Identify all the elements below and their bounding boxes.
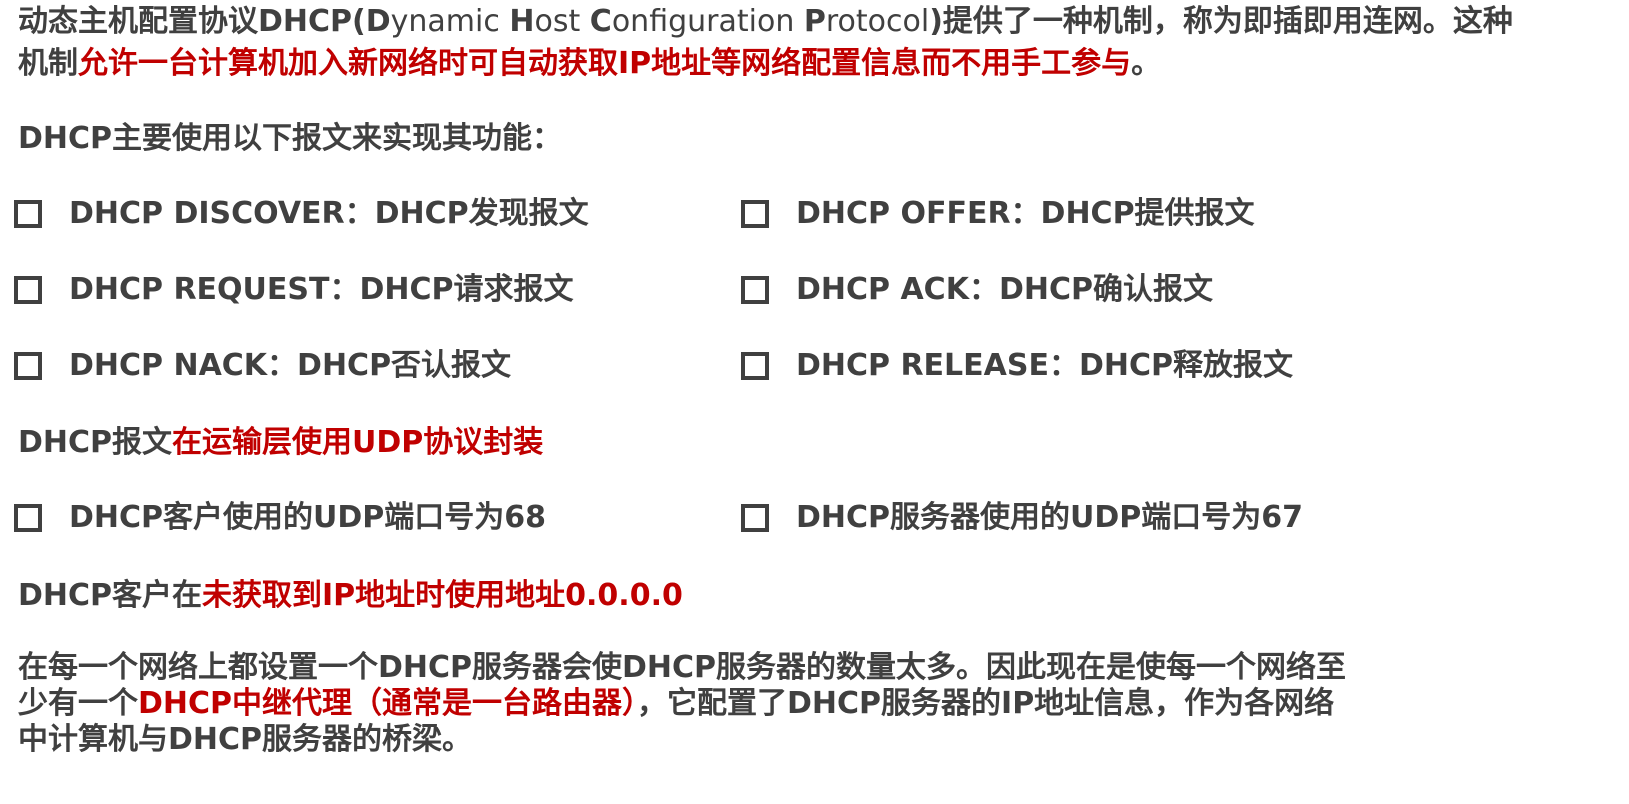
intro-line2-end: 。: [1131, 46, 1162, 81]
checkbox-icon: [741, 200, 769, 228]
intro-word-onfiguration: onfiguration: [611, 4, 804, 39]
message-row-2: DHCP REQUEST：DHCP请求报文 DHCP ACK：DHCP确认报文: [14, 270, 1514, 310]
checkbox-icon: [14, 276, 42, 304]
checkbox-icon: [741, 504, 769, 532]
address-statement-prefix: DHCP客户在: [18, 578, 203, 613]
relay-highlight: DHCP中继代理（通常是一台路由器）: [138, 686, 638, 721]
message-label: DHCP RELEASE：DHCP释放报文: [796, 348, 1293, 383]
checkbox-icon: [14, 504, 42, 532]
message-label: DHCP REQUEST：DHCP请求报文: [69, 272, 574, 307]
intro-line1-suffix: )提供了一种机制，称为即插即用连网。这种: [929, 4, 1513, 39]
ports-row: DHCP客户使用的UDP端口号为68 DHCP服务器使用的UDP端口号为67: [14, 498, 1514, 538]
intro-letter-p: P: [803, 4, 826, 39]
intro-word-rotocol: rotocol: [825, 4, 930, 39]
message-row-1: DHCP DISCOVER：DHCP发现报文 DHCP OFFER：DHCP提供…: [14, 194, 1514, 234]
message-item-request: DHCP REQUEST：DHCP请求报文: [14, 270, 574, 310]
checkbox-icon: [14, 200, 42, 228]
message-label: DHCP OFFER：DHCP提供报文: [796, 196, 1255, 231]
relay-line2-prefix: 少有一个: [18, 686, 138, 721]
message-label: DHCP ACK：DHCP确认报文: [796, 272, 1213, 307]
udp-statement-highlight: 在运输层使用UDP协议封装: [172, 425, 544, 460]
message-label: DHCP DISCOVER：DHCP发现报文: [69, 196, 589, 231]
message-label: DHCP NACK：DHCP否认报文: [69, 348, 512, 383]
message-row-3: DHCP NACK：DHCP否认报文 DHCP RELEASE：DHCP释放报文: [14, 346, 1514, 386]
relay-paragraph: 在每一个网络上都设置一个DHCP服务器会使DHCP服务器的数量太多。因此现在是使…: [18, 650, 1346, 758]
checkbox-icon: [14, 352, 42, 380]
intro-letter-h: H: [509, 4, 535, 39]
relay-line1: 在每一个网络上都设置一个DHCP服务器会使DHCP服务器的数量太多。因此现在是使…: [18, 650, 1347, 685]
intro-line1-prefix: 动态主机配置协议DHCP(: [18, 4, 366, 39]
port-item-client: DHCP客户使用的UDP端口号为68: [14, 498, 546, 538]
udp-statement: DHCP报文在运输层使用UDP协议封装: [18, 422, 543, 464]
relay-line3: 中计算机与DHCP服务器的桥梁。: [18, 722, 473, 757]
relay-line2-suffix: ，它配置了DHCP服务器的IP地址信息，作为各网络: [637, 686, 1335, 721]
intro-letter-d: D: [365, 4, 391, 39]
port-label: DHCP客户使用的UDP端口号为68: [69, 500, 547, 535]
message-item-nack: DHCP NACK：DHCP否认报文: [14, 346, 511, 386]
checkbox-icon: [741, 276, 769, 304]
intro-paragraph: 动态主机配置协议DHCP(Dynamic Host Configuration …: [18, 1, 1513, 85]
intro-letter-c: C: [589, 4, 612, 39]
port-label: DHCP服务器使用的UDP端口号为67: [796, 500, 1304, 535]
message-item-offer: DHCP OFFER：DHCP提供报文: [741, 194, 1255, 234]
intro-word-ost: ost: [534, 4, 590, 39]
message-item-ack: DHCP ACK：DHCP确认报文: [741, 270, 1213, 310]
address-statement-highlight: 未获取到IP地址时使用地址0.0.0.0: [202, 578, 683, 613]
intro-word-ynamic: ynamic: [390, 4, 510, 39]
checkbox-icon: [741, 352, 769, 380]
intro-line2-prefix: 机制: [18, 46, 78, 81]
intro-highlight: 允许一台计算机加入新网络时可自动获取IP地址等网络配置信息而不用手工参与: [78, 46, 1132, 81]
messages-heading: DHCP主要使用以下报文来实现其功能：: [18, 121, 563, 156]
message-item-release: DHCP RELEASE：DHCP释放报文: [741, 346, 1293, 386]
udp-statement-prefix: DHCP报文: [18, 425, 173, 460]
port-item-server: DHCP服务器使用的UDP端口号为67: [741, 498, 1303, 538]
message-item-discover: DHCP DISCOVER：DHCP发现报文: [14, 194, 589, 234]
address-statement: DHCP客户在未获取到IP地址时使用地址0.0.0.0: [18, 575, 683, 617]
